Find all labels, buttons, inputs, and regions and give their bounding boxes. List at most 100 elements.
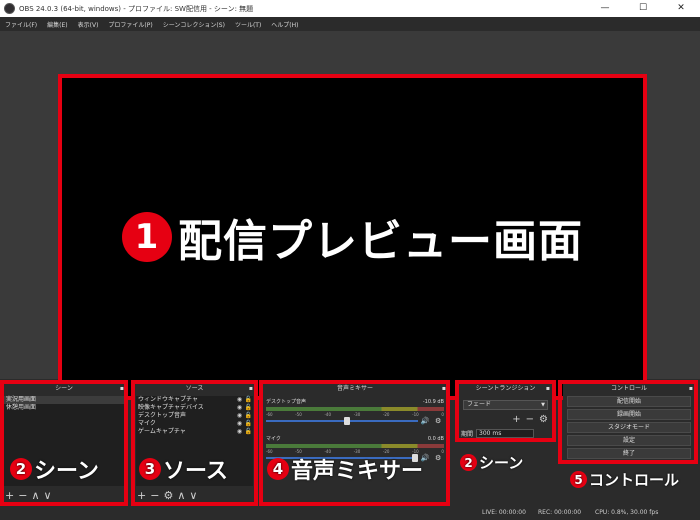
scene-item[interactable]: 実況用画面: [4, 396, 124, 404]
source-item[interactable]: ゲームキャプチャ ◉ 🔓: [136, 428, 253, 436]
cpu-fps: CPU: 0.8%, 30.00 fps: [595, 509, 659, 516]
volume-slider-handle[interactable]: [343, 417, 350, 425]
menu-help[interactable]: ヘルプ(H): [266, 20, 303, 29]
mixer-dock-header: 音声ミキサー ▪: [262, 384, 448, 394]
lock-icon[interactable]: 🔓: [244, 412, 253, 420]
duration-input[interactable]: 300 ms: [476, 429, 535, 438]
menu-profile[interactable]: プロファイル(P): [103, 20, 157, 29]
source-item[interactable]: 映像キャプチャデバイス ◉ 🔓: [136, 404, 253, 412]
move-source-up-button[interactable]: ∧: [177, 489, 185, 502]
eye-icon[interactable]: ◉: [235, 412, 244, 420]
scenes-annotation-number: 2: [10, 458, 32, 480]
mixer-annotation-number: 4: [267, 458, 289, 480]
preview-annotation: 1 配信プレビュー画面: [122, 205, 583, 269]
volume-slider[interactable]: [266, 417, 418, 425]
transitions-dock-header: シーントランジション ▪: [459, 384, 552, 394]
remove-scene-button[interactable]: −: [18, 489, 27, 502]
transition-select[interactable]: フェード ▼: [463, 400, 548, 410]
lock-icon[interactable]: 🔓: [244, 420, 253, 428]
mixer-annotation: 4 音声ミキサー: [267, 453, 423, 485]
source-item-label: デスクトップ音声: [138, 412, 187, 419]
remove-transition-button[interactable]: −: [526, 414, 534, 425]
channel-name: マイク: [266, 436, 281, 442]
speaker-icon[interactable]: 🔊: [421, 417, 430, 425]
scene-item[interactable]: 休憩用画面: [4, 404, 124, 412]
menu-view[interactable]: 表示(V): [73, 20, 104, 29]
source-item[interactable]: ウィンドウキャプチャ ◉ 🔓: [136, 396, 253, 404]
mixer-channel-desktop: デスクトップ音声 -10.9 dB -60 -50 -40 -30 -20 -10 0 🔊 ⚙: [266, 399, 444, 425]
lock-icon[interactable]: 🔓: [244, 404, 253, 412]
gear-icon[interactable]: ⚙: [435, 417, 441, 425]
volume-meter: [266, 407, 444, 411]
gear-icon[interactable]: ⚙: [435, 454, 441, 462]
scenes-annotation: 2 シーン: [10, 453, 99, 485]
sources-dock-title: ソース: [185, 385, 204, 392]
title-bar: OBS 24.0.3 (64-bit, windows) - プロファイル: S…: [0, 0, 700, 17]
transition-gear-icon[interactable]: ⚙: [539, 414, 548, 425]
studio-mode-button[interactable]: スタジオモード: [567, 422, 691, 433]
audio-mixer-dock: 音声ミキサー ▪ デスクトップ音声 -10.9 dB -60 -50 -40 -30 -2…: [262, 384, 448, 504]
duration-label: 期間: [461, 431, 474, 438]
menu-bar: ファイル(F) 編集(E) 表示(V) プロファイル(P) シーンコレクション(…: [0, 17, 700, 31]
transitions-annotation: 2 シーン: [460, 452, 523, 473]
dock-float-icon[interactable]: ▪: [442, 384, 446, 394]
source-item[interactable]: デスクトップ音声 ◉ 🔓: [136, 412, 253, 420]
dock-float-icon[interactable]: ▪: [249, 384, 253, 394]
volume-meter: [266, 444, 444, 448]
start-streaming-button[interactable]: 配信開始: [567, 396, 691, 407]
add-scene-button[interactable]: +: [5, 489, 14, 502]
eye-icon[interactable]: ◉: [235, 396, 244, 404]
window-title: OBS 24.0.3 (64-bit, windows) - プロファイル: S…: [19, 4, 254, 13]
source-properties-gear-icon[interactable]: ⚙: [163, 489, 173, 502]
transitions-dock-title: シーントランジション: [475, 385, 536, 392]
rec-timer: REC: 00:00:00: [538, 509, 582, 516]
add-source-button[interactable]: +: [137, 489, 146, 502]
lock-icon[interactable]: 🔓: [244, 396, 253, 404]
scenes-dock-header: シーン ▪: [2, 384, 126, 394]
eye-icon[interactable]: ◉: [235, 404, 244, 412]
chevron-down-icon: ▼: [541, 402, 545, 408]
live-timer: LIVE: 00:00:00: [482, 509, 526, 516]
preview-annotation-number: 1: [122, 212, 172, 262]
fader-row: 🔊 ⚙: [266, 417, 444, 425]
maximize-button[interactable]: ☐: [624, 0, 662, 17]
dock-float-icon[interactable]: ▪: [689, 384, 693, 394]
source-item[interactable]: マイク ◉ 🔓: [136, 420, 253, 428]
move-source-down-button[interactable]: ∨: [189, 489, 197, 502]
menu-edit[interactable]: 編集(E): [42, 20, 72, 29]
scene-transitions-dock: シーントランジション ▪ フェード ▼ + − ⚙ 期間 300 ms: [459, 384, 552, 444]
close-button[interactable]: ✕: [662, 0, 700, 17]
move-scene-down-button[interactable]: ∨: [44, 489, 52, 502]
exit-button[interactable]: 終了: [567, 448, 691, 459]
dock-float-icon[interactable]: ▪: [120, 384, 124, 394]
lock-icon[interactable]: 🔓: [244, 428, 253, 436]
transitions-annotation-number: 2: [460, 454, 477, 471]
move-scene-up-button[interactable]: ∧: [31, 489, 39, 502]
add-transition-button[interactable]: +: [512, 414, 520, 425]
scenes-toolbar: + − ∧ ∨: [5, 488, 52, 502]
channel-volume-db: 0.0 dB: [427, 436, 444, 442]
settings-button[interactable]: 設定: [567, 435, 691, 446]
controls-dock-header: コントロール ▪: [563, 384, 695, 394]
scene-item-label: 実況用画面: [6, 396, 37, 403]
sources-toolbar: + − ⚙ ∧ ∨: [137, 488, 197, 502]
eye-icon[interactable]: ◉: [235, 428, 244, 436]
duration-row: 期間 300 ms: [461, 429, 535, 438]
dock-float-icon[interactable]: ▪: [546, 384, 550, 394]
remove-source-button[interactable]: −: [150, 489, 159, 502]
menu-file[interactable]: ファイル(F): [0, 20, 42, 29]
menu-tools[interactable]: ツール(T): [230, 20, 266, 29]
menu-scene-collection[interactable]: シーンコレクション(S): [158, 20, 230, 29]
preview-area: 1 配信プレビュー画面: [0, 31, 700, 400]
controls-dock-title: コントロール: [610, 385, 647, 392]
minimize-button[interactable]: —: [586, 0, 624, 17]
eye-icon[interactable]: ◉: [235, 420, 244, 428]
source-item-label: ウィンドウキャプチャ: [138, 396, 198, 403]
sources-annotation: 3 ソース: [139, 453, 228, 485]
sources-dock-header: ソース ▪: [134, 384, 255, 394]
stream-preview[interactable]: 1 配信プレビュー画面: [58, 74, 647, 400]
mixer-dock-title: 音声ミキサー: [336, 385, 373, 392]
transition-toolbar: + − ⚙: [512, 414, 548, 425]
start-recording-button[interactable]: 録画開始: [567, 409, 691, 420]
transition-selected-value: フェード: [467, 401, 492, 408]
